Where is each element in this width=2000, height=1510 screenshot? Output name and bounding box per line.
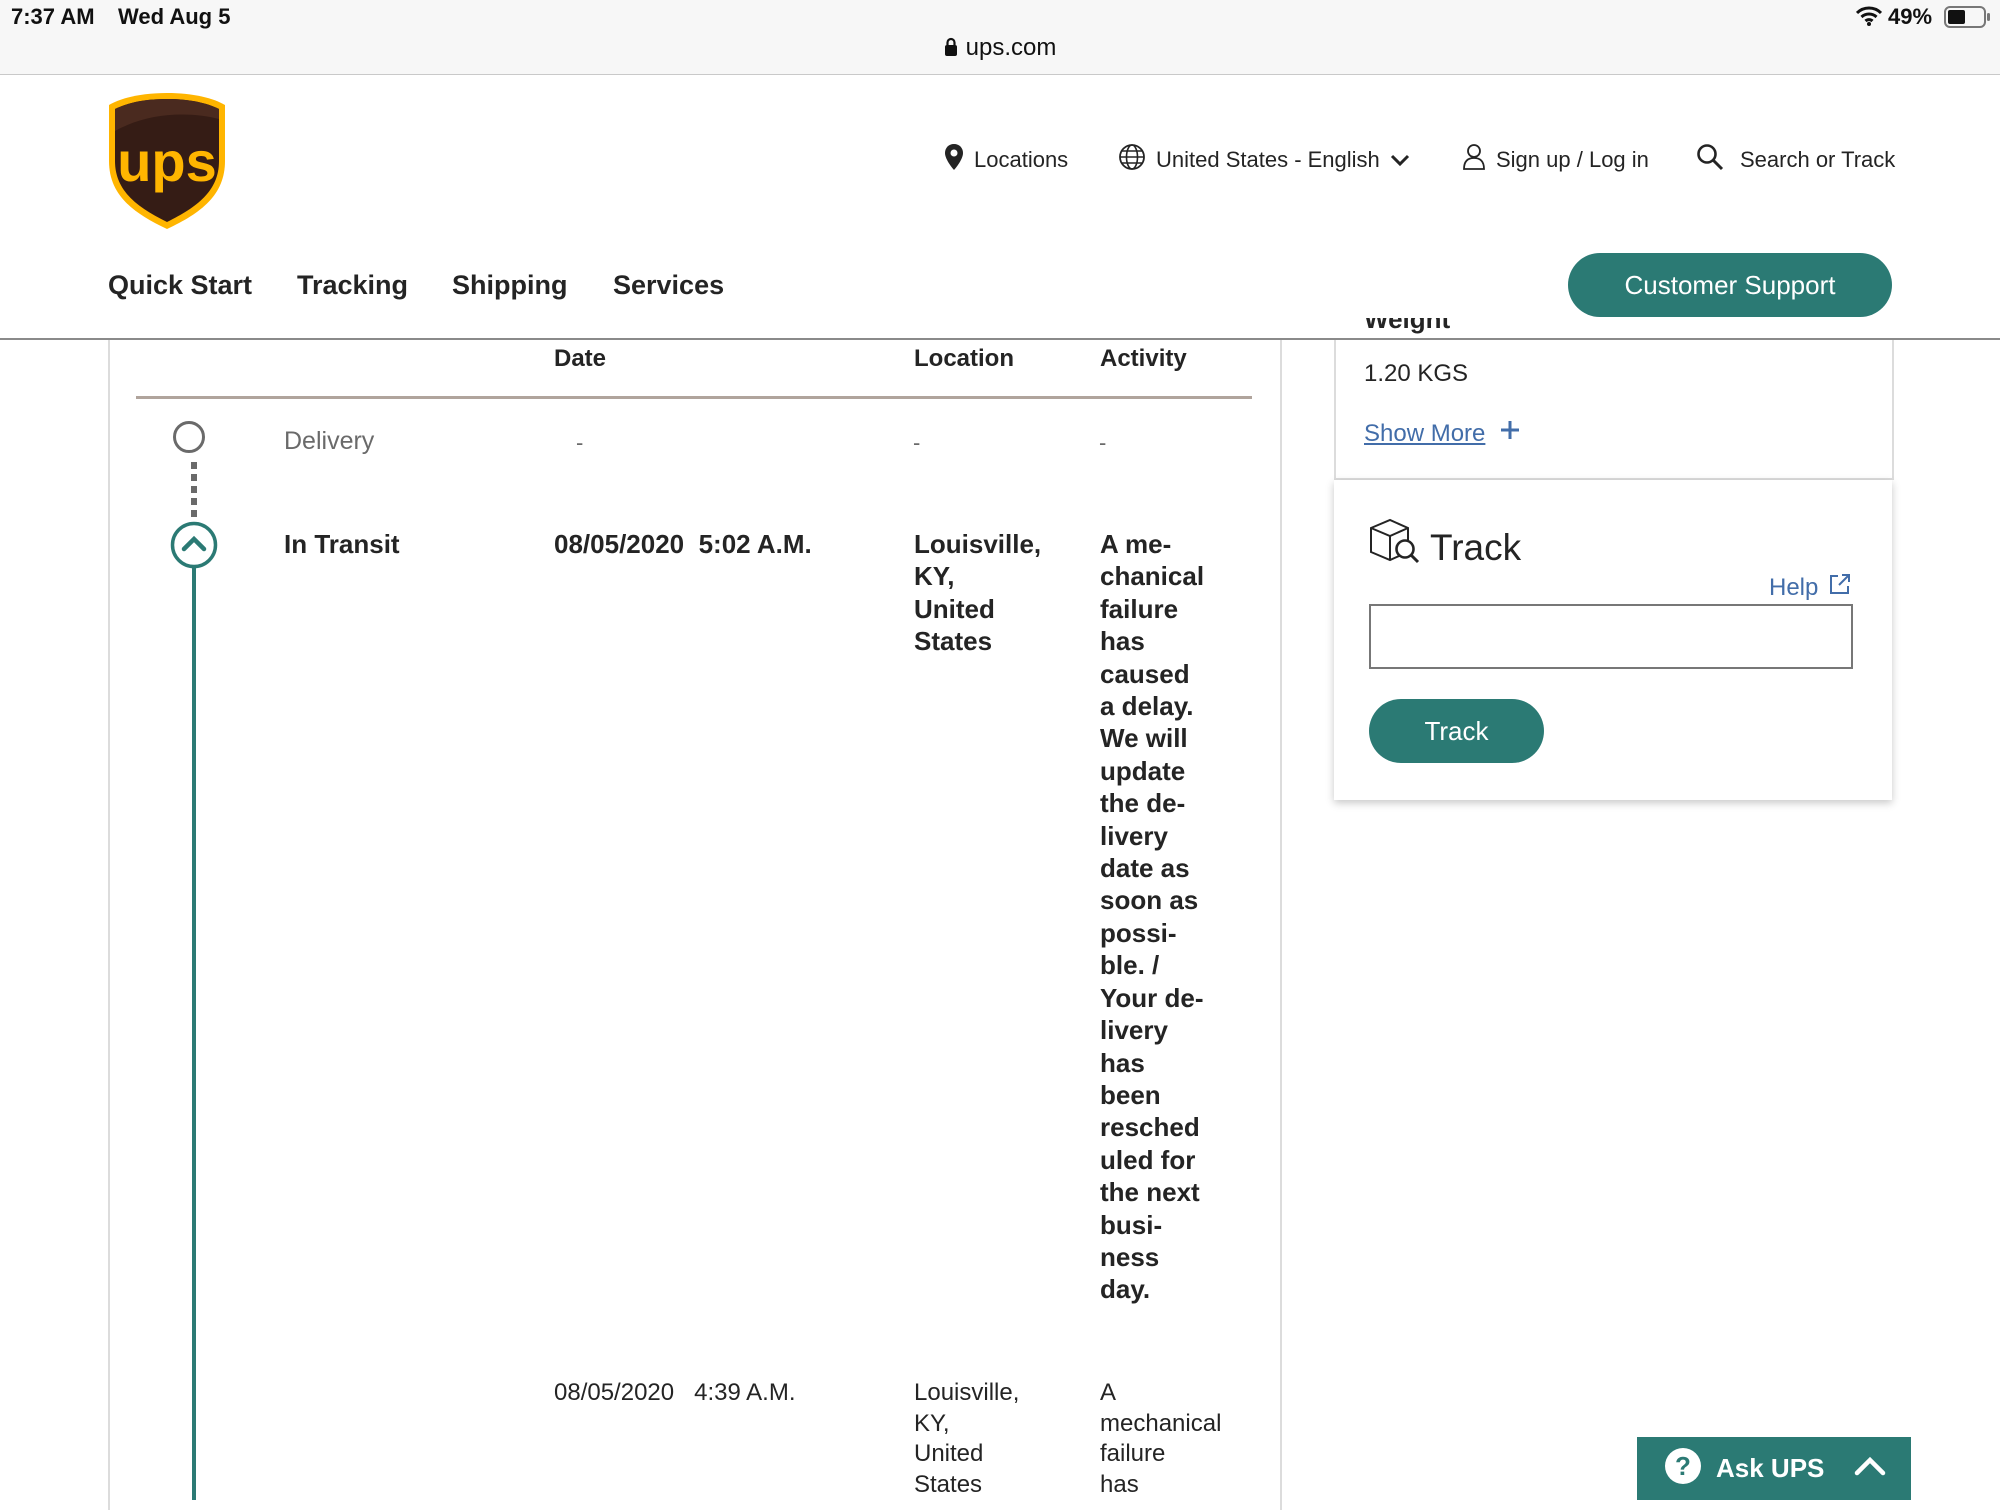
wifi-icon bbox=[1855, 6, 1883, 31]
svg-text:?: ? bbox=[1675, 1451, 1691, 1481]
column-header-date: Date bbox=[554, 345, 607, 372]
status-date: Wed Aug 5 bbox=[118, 4, 231, 29]
weight-value: 1.20 KGS bbox=[1364, 360, 1469, 387]
header-divider bbox=[136, 396, 1252, 399]
nav-quick-start[interactable]: Quick Start bbox=[108, 270, 252, 301]
package-search-icon bbox=[1368, 516, 1420, 569]
show-more-link[interactable]: Show More bbox=[1364, 419, 1521, 448]
weight-label: Weight bbox=[1364, 318, 1451, 334]
url-text: ups.com bbox=[965, 34, 1057, 61]
nav-services[interactable]: Services bbox=[613, 270, 724, 301]
language-label: United States - English bbox=[1156, 147, 1380, 172]
address-bar[interactable]: ups.com bbox=[0, 34, 2000, 64]
delivery-location-placeholder: - bbox=[913, 430, 921, 455]
show-more-label: Show More bbox=[1364, 419, 1486, 447]
chevron-down-icon bbox=[1390, 147, 1410, 173]
map-pin-icon bbox=[944, 143, 964, 177]
customer-support-button[interactable]: Customer Support bbox=[1568, 253, 1892, 317]
battery-icon bbox=[1944, 6, 1992, 33]
timeline-solid-connector bbox=[192, 568, 196, 1500]
language-selector[interactable]: United States - English bbox=[1118, 143, 1410, 177]
track-button[interactable]: Track bbox=[1369, 699, 1544, 763]
locations-label: Locations bbox=[974, 147, 1069, 172]
chevron-up-icon bbox=[1854, 1455, 1886, 1482]
event-location: Louisville, KY, United States bbox=[914, 1379, 1020, 1498]
shipment-details-panel: Weight 1.20 KGS Show More bbox=[1334, 318, 1894, 480]
help-label: Help bbox=[1769, 573, 1819, 601]
ios-status-bar: 7:37 AM Wed Aug 5 ups.com 49% bbox=[0, 0, 2000, 75]
tracking-number-input[interactable] bbox=[1369, 604, 1853, 669]
globe-icon bbox=[1118, 143, 1146, 177]
event-activity: A mechanical failure has bbox=[1100, 1379, 1222, 1498]
external-link-icon bbox=[1828, 572, 1852, 603]
nav-shipping[interactable]: Shipping bbox=[452, 270, 567, 301]
in-transit-location: Louisville, KY, United States bbox=[914, 529, 1042, 657]
locations-link[interactable]: Locations bbox=[944, 143, 1068, 177]
weight-label-clip: Weight bbox=[1364, 318, 1564, 340]
question-icon: ? bbox=[1664, 1447, 1702, 1490]
in-transit-date: 08/05/2020 5:02 A.M. bbox=[554, 529, 812, 559]
search-label: Search or Track bbox=[1740, 147, 1896, 172]
sign-in-label: Sign up / Log in bbox=[1496, 147, 1649, 172]
lock-icon bbox=[944, 36, 958, 64]
logo-text: ups bbox=[117, 130, 217, 193]
in-transit-activity: A me- chanical failure has caused a dela… bbox=[1100, 529, 1205, 1305]
column-header-activity: Activity bbox=[1100, 345, 1187, 372]
delivery-activity-placeholder: - bbox=[1099, 430, 1107, 455]
ups-logo[interactable]: ups bbox=[107, 91, 227, 236]
milestone-delivery-label: Delivery bbox=[284, 427, 375, 455]
event-date: 08/05/2020 4:39 A.M. bbox=[554, 1379, 796, 1406]
help-link[interactable]: Help bbox=[1769, 572, 1852, 603]
status-time: 7:37 AM bbox=[11, 4, 95, 29]
plus-icon bbox=[1499, 419, 1521, 448]
timeline-dotted-connector bbox=[191, 462, 197, 518]
timeline-current-toggle[interactable] bbox=[169, 520, 219, 575]
timeline-empty-milestone-icon bbox=[172, 420, 206, 459]
user-icon bbox=[1462, 143, 1486, 177]
milestone-in-transit-label: In Transit bbox=[284, 529, 400, 559]
search-icon bbox=[1696, 143, 1724, 177]
ask-ups-label: Ask UPS bbox=[1716, 1453, 1825, 1483]
sign-in-link[interactable]: Sign up / Log in bbox=[1462, 143, 1649, 177]
search-link[interactable]: Search or Track bbox=[1696, 143, 1895, 177]
site-header: ups Locations United States - English Si… bbox=[0, 75, 2000, 340]
delivery-date-placeholder: - bbox=[576, 430, 584, 455]
battery-percent: 49% bbox=[1888, 4, 1933, 29]
ask-ups-chat-button[interactable]: ? Ask UPS bbox=[1637, 1437, 1911, 1500]
track-widget-title: Track bbox=[1430, 527, 1522, 568]
nav-tracking[interactable]: Tracking bbox=[297, 270, 408, 301]
column-header-location: Location bbox=[914, 345, 1014, 372]
